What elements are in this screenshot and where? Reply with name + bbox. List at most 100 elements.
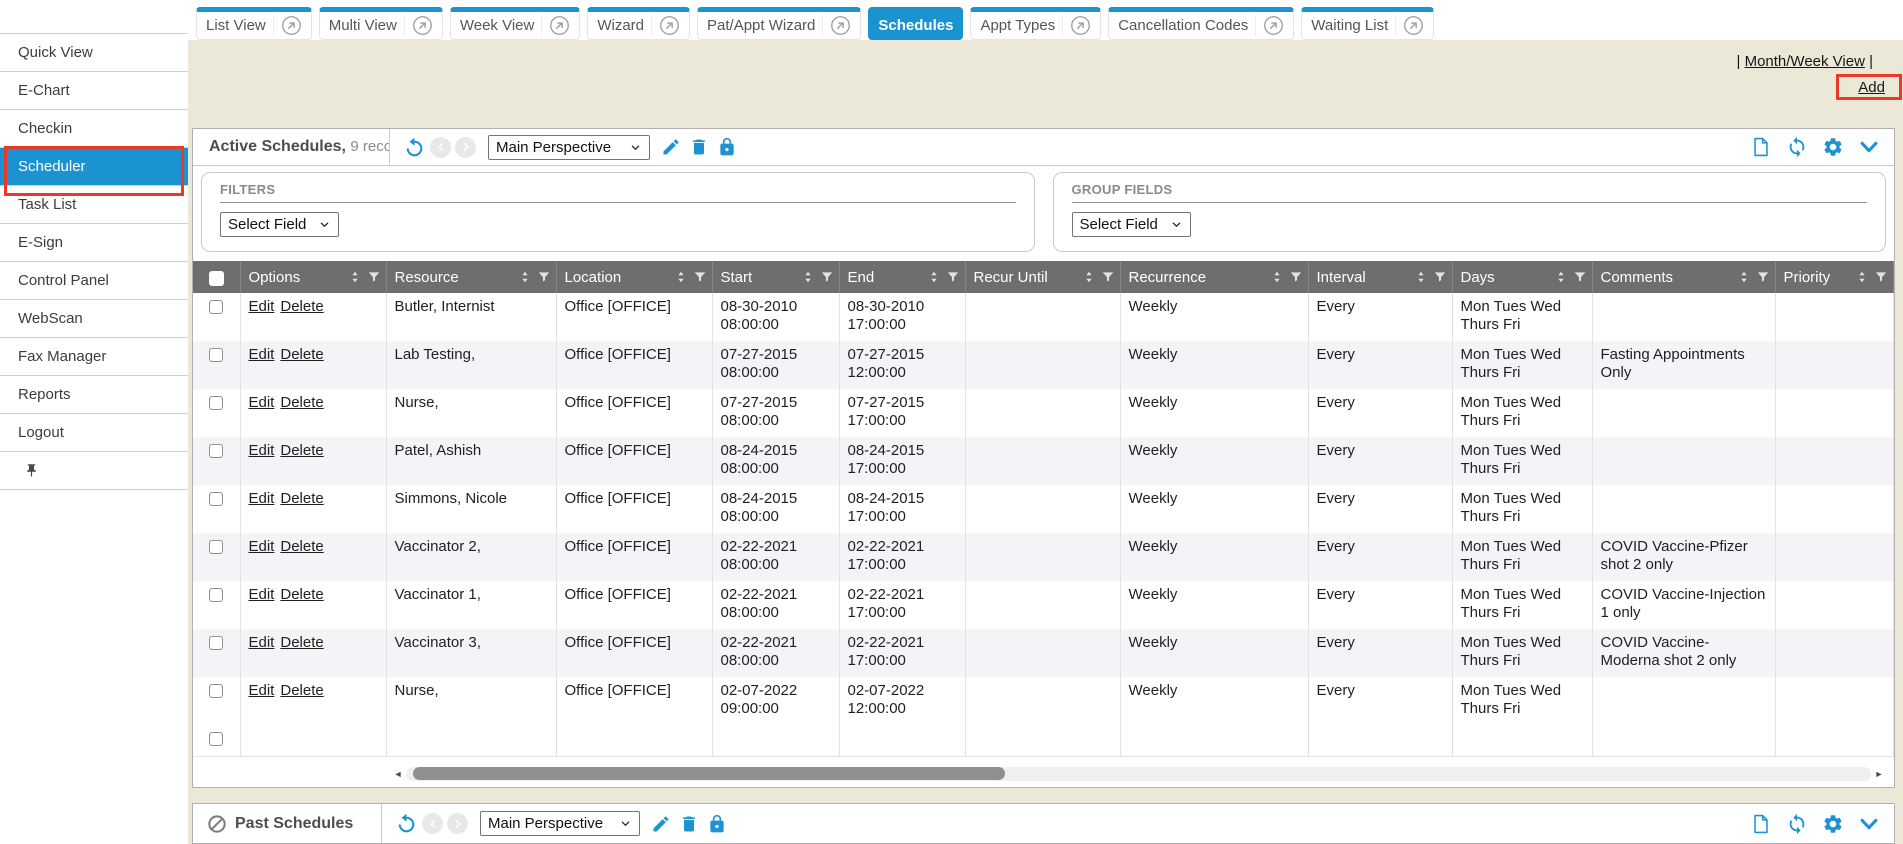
lock-icon[interactable]: [717, 137, 737, 157]
column-label[interactable]: Recurrence: [1129, 269, 1265, 286]
sort-icon[interactable]: [927, 270, 941, 284]
delete-link[interactable]: Delete: [280, 394, 323, 411]
row-checkbox[interactable]: [209, 396, 223, 410]
sort-icon[interactable]: [801, 270, 815, 284]
edit-link[interactable]: Edit: [249, 586, 275, 603]
tab-week-view[interactable]: Week View: [450, 7, 580, 40]
sidebar-item-logout[interactable]: Logout: [0, 414, 188, 452]
delete-link[interactable]: Delete: [280, 490, 323, 507]
sort-icon[interactable]: [518, 270, 532, 284]
row-checkbox[interactable]: [209, 492, 223, 506]
popout-icon[interactable]: [1255, 15, 1284, 36]
tab-waiting-list[interactable]: Waiting List: [1301, 7, 1434, 40]
column-label[interactable]: Options: [249, 269, 343, 286]
pushpin-icon[interactable]: [24, 463, 39, 478]
prev-page-icon[interactable]: [430, 137, 451, 158]
sidebar-item-control-panel[interactable]: Control Panel: [0, 262, 188, 300]
collapse-chevron-icon[interactable]: [1858, 813, 1880, 835]
delete-link[interactable]: Delete: [280, 298, 323, 315]
edit-pencil-icon[interactable]: [651, 814, 671, 834]
filter-funnel-icon[interactable]: [367, 270, 381, 284]
edit-link[interactable]: Edit: [249, 490, 275, 507]
perspective-select[interactable]: Main Perspective: [480, 811, 640, 836]
filter-funnel-icon[interactable]: [1756, 270, 1770, 284]
row-checkbox[interactable]: [209, 300, 223, 314]
prev-page-icon[interactable]: [422, 813, 443, 834]
popout-icon[interactable]: [273, 15, 302, 36]
column-label[interactable]: Comments: [1601, 269, 1732, 286]
sort-icon[interactable]: [674, 270, 688, 284]
tab-cancellation-codes[interactable]: Cancellation Codes: [1108, 7, 1294, 40]
edit-link[interactable]: Edit: [249, 298, 275, 315]
sidebar-item-e-chart[interactable]: E-Chart: [0, 72, 188, 110]
delete-link[interactable]: Delete: [280, 442, 323, 459]
delete-link[interactable]: Delete: [280, 346, 323, 363]
edit-pencil-icon[interactable]: [661, 137, 681, 157]
next-page-icon[interactable]: [455, 137, 476, 158]
popout-icon[interactable]: [1062, 15, 1091, 36]
tab-schedules[interactable]: Schedules: [868, 7, 963, 40]
delete-link[interactable]: Delete: [280, 682, 323, 699]
filter-funnel-icon[interactable]: [1433, 270, 1447, 284]
settings-gear-icon[interactable]: [1822, 813, 1844, 835]
tab-appt-types[interactable]: Appt Types: [970, 7, 1101, 40]
edit-link[interactable]: Edit: [249, 394, 275, 411]
scroll-left-icon[interactable]: ◄: [393, 769, 403, 779]
tab-wizard[interactable]: Wizard: [587, 7, 690, 40]
row-checkbox[interactable]: [209, 732, 223, 746]
horizontal-scrollbar[interactable]: ◄ ►: [393, 766, 1884, 781]
sidebar-item-reports[interactable]: Reports: [0, 376, 188, 414]
sort-icon[interactable]: [1414, 270, 1428, 284]
column-label[interactable]: Priority: [1784, 269, 1851, 286]
perspective-select[interactable]: Main Perspective: [488, 135, 650, 160]
settings-gear-icon[interactable]: [1822, 136, 1844, 158]
row-checkbox[interactable]: [209, 444, 223, 458]
sidebar-item-quick-view[interactable]: Quick View: [0, 34, 188, 72]
column-label[interactable]: End: [848, 269, 922, 286]
edit-link[interactable]: Edit: [249, 634, 275, 651]
delete-trash-icon[interactable]: [689, 137, 709, 157]
select-all-checkbox[interactable]: [209, 271, 224, 286]
sidebar-item-fax-manager[interactable]: Fax Manager: [0, 338, 188, 376]
filter-funnel-icon[interactable]: [1101, 270, 1115, 284]
column-label[interactable]: Resource: [395, 269, 513, 286]
scrollbar-thumb[interactable]: [413, 767, 1005, 780]
sort-icon[interactable]: [348, 270, 362, 284]
scroll-right-icon[interactable]: ►: [1874, 769, 1884, 779]
tab-multi-view[interactable]: Multi View: [319, 7, 443, 40]
filter-funnel-icon[interactable]: [693, 270, 707, 284]
row-checkbox[interactable]: [209, 540, 223, 554]
row-checkbox[interactable]: [209, 684, 223, 698]
column-label[interactable]: Days: [1461, 269, 1549, 286]
sidebar-item-webscan[interactable]: WebScan: [0, 300, 188, 338]
collapse-chevron-icon[interactable]: [1858, 136, 1880, 158]
column-label[interactable]: Start: [721, 269, 796, 286]
new-page-icon[interactable]: [1750, 813, 1772, 835]
filter-funnel-icon[interactable]: [1573, 270, 1587, 284]
lock-icon[interactable]: [707, 814, 727, 834]
delete-link[interactable]: Delete: [280, 634, 323, 651]
refresh-icon[interactable]: [1786, 136, 1808, 158]
month-week-view-link[interactable]: Month/Week View: [1745, 53, 1865, 70]
column-label[interactable]: Location: [565, 269, 669, 286]
column-label[interactable]: Interval: [1317, 269, 1409, 286]
delete-link[interactable]: Delete: [280, 586, 323, 603]
undo-icon[interactable]: [395, 812, 418, 835]
sidebar-item-scheduler[interactable]: Scheduler: [0, 148, 188, 186]
column-label[interactable]: Recur Until: [974, 269, 1077, 286]
add-link[interactable]: Add: [1858, 79, 1885, 96]
row-checkbox[interactable]: [209, 588, 223, 602]
edit-link[interactable]: Edit: [249, 346, 275, 363]
edit-link[interactable]: Edit: [249, 682, 275, 699]
refresh-icon[interactable]: [1786, 813, 1808, 835]
edit-link[interactable]: Edit: [249, 538, 275, 555]
filter-funnel-icon[interactable]: [1289, 270, 1303, 284]
tab-list-view[interactable]: List View: [196, 7, 312, 40]
popout-icon[interactable]: [822, 15, 851, 36]
sidebar-item-checkin[interactable]: Checkin: [0, 110, 188, 148]
popout-icon[interactable]: [651, 15, 680, 36]
row-checkbox[interactable]: [209, 348, 223, 362]
sort-icon[interactable]: [1082, 270, 1096, 284]
next-page-icon[interactable]: [447, 813, 468, 834]
delete-link[interactable]: Delete: [280, 538, 323, 555]
